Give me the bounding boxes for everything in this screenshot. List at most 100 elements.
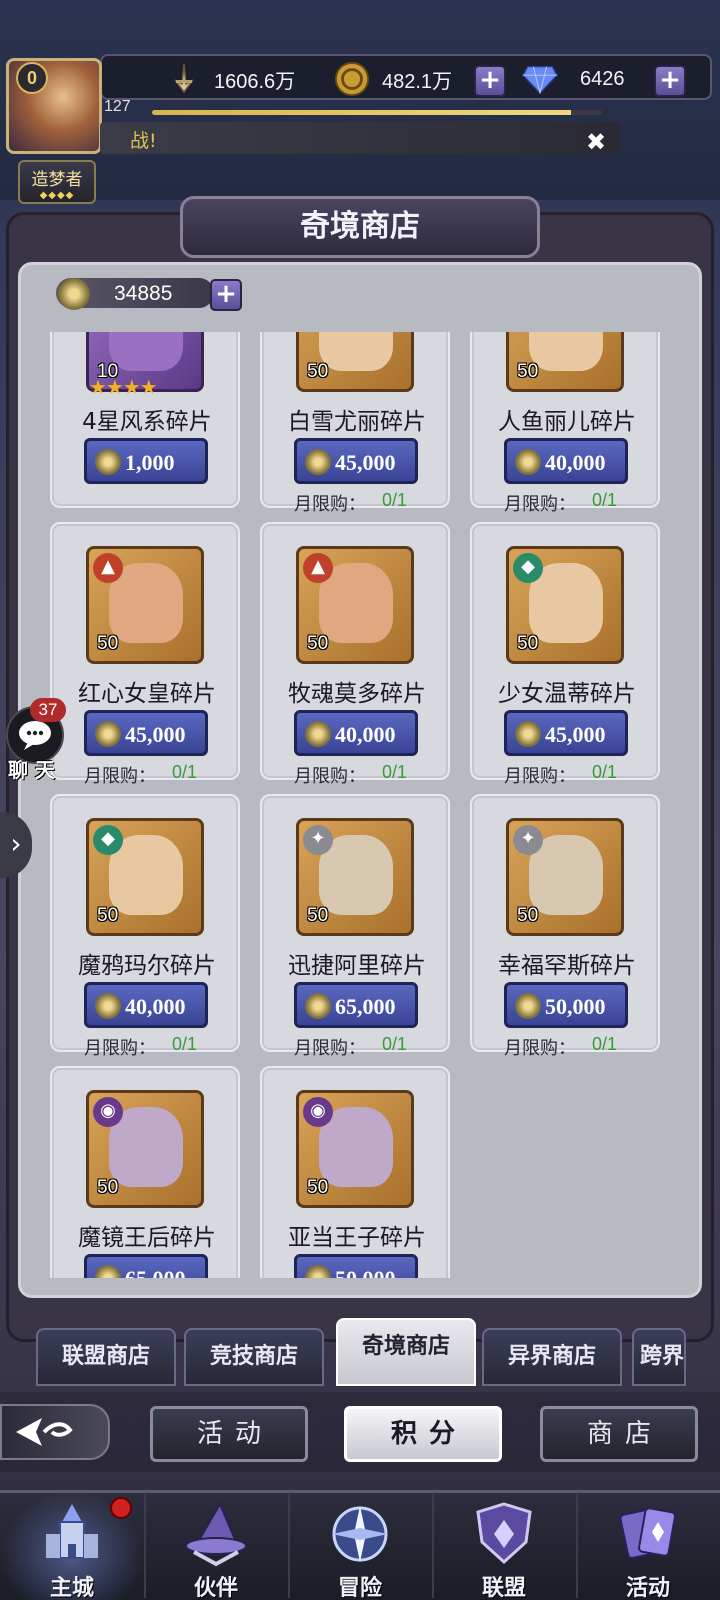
shop-item-card[interactable]: 10 ★★★★ 4星风系碎片 1,000	[50, 332, 240, 508]
tab-otherworld-shop[interactable]: 异界商店	[482, 1328, 622, 1386]
vip-level-badge: 0	[16, 62, 48, 94]
exp-bar	[152, 110, 602, 115]
item-shard-icon: ✦ 50	[506, 818, 624, 936]
diamond-display: 6426	[522, 62, 625, 96]
tab-alliance-shop[interactable]: 联盟商店	[36, 1328, 176, 1386]
currency-coin-icon	[305, 449, 331, 475]
item-count: 50	[517, 633, 539, 654]
item-name: 魔鸦玛尔碎片	[78, 953, 216, 979]
tab-arena-shop[interactable]: 竞技商店	[184, 1328, 324, 1386]
nav-label: 活动	[625, 1576, 670, 1600]
item-name: 4星风系碎片	[82, 409, 212, 435]
buy-button[interactable]: 45,000	[294, 438, 418, 484]
shop-item-card[interactable]: 50 白雪尤丽碎片 45,000 月限购： 0/1	[260, 332, 450, 515]
item-price: 50,000	[545, 994, 606, 1019]
item-shard-icon: ✦ 50	[296, 818, 414, 936]
buy-button[interactable]: 45,000	[84, 710, 208, 756]
shop-button[interactable]: 商店	[540, 1406, 698, 1462]
points-button[interactable]: 积分	[344, 1406, 502, 1462]
buy-button[interactable]: 1,000	[84, 438, 208, 484]
item-price: 65,000	[125, 1266, 186, 1278]
shop-item-card[interactable]: ▲ 50 牧魂莫多碎片 40,000 月限购： 0/1	[260, 522, 450, 787]
back-button[interactable]	[0, 1404, 110, 1460]
element-icon: ▲	[303, 553, 333, 583]
shop-item-card[interactable]: ◉ 50 亚当王子碎片 50,000	[260, 1066, 450, 1278]
add-points-button[interactable]: +	[210, 279, 242, 311]
currency-coin-icon	[95, 449, 121, 475]
buy-button[interactable]: 50,000	[294, 1254, 418, 1278]
nav-label: 联盟	[481, 1576, 526, 1600]
chat-label: 聊 天	[8, 758, 55, 782]
item-name: 人鱼丽儿碎片	[498, 409, 636, 435]
shop-item-card[interactable]: ✦ 50 幸福罕斯碎片 50,000 月限购： 0/1	[470, 794, 660, 1059]
item-price: 40,000	[545, 450, 606, 475]
purchase-limit-label: 月限购：	[294, 766, 366, 787]
nav-events[interactable]: 活动	[576, 1490, 720, 1600]
shield-icon	[468, 1498, 540, 1570]
buy-button[interactable]: 50,000	[504, 982, 628, 1028]
item-price: 1,000	[125, 450, 175, 475]
diamond-value: 6426	[580, 67, 625, 90]
shop-item-card[interactable]: ◆ 50 少女温蒂碎片 45,000 月限购： 0/1	[470, 522, 660, 787]
exp-fill	[152, 110, 571, 115]
shop-currency-icon	[58, 278, 90, 310]
buy-button[interactable]: 40,000	[504, 438, 628, 484]
nav-alliance[interactable]: 联盟	[432, 1490, 576, 1600]
element-icon: ◆	[93, 825, 123, 855]
currency-coin-icon	[95, 721, 121, 747]
add-gold-button[interactable]: +	[474, 65, 506, 97]
ticker-text: 战!	[130, 130, 157, 152]
item-count: 50	[517, 361, 539, 382]
purchase-limit-label: 月限购：	[294, 494, 366, 515]
element-icon: ✦	[303, 825, 333, 855]
buy-button[interactable]: 65,000	[294, 982, 418, 1028]
buy-button[interactable]: 40,000	[294, 710, 418, 756]
buy-button[interactable]: 65,000	[84, 1254, 208, 1278]
item-shard-icon: ▲ 50	[86, 546, 204, 664]
item-count: 50	[97, 905, 119, 926]
purchase-limit-value: 0/1	[382, 762, 408, 782]
gold-display: 482.1万	[334, 61, 453, 97]
item-shard-icon: ◆ 50	[86, 818, 204, 936]
element-icon: ◉	[303, 1097, 333, 1127]
currency-coin-icon	[95, 993, 121, 1019]
shop-item-grid[interactable]: 10 ★★★★ 4星风系碎片 1,000 50 白雪尤丽碎片 45,000 月限购： 0/1 50…	[36, 332, 684, 1278]
nav-partners[interactable]: 伙伴	[144, 1490, 288, 1600]
purchase-limit-value: 0/1	[592, 1034, 618, 1054]
hero-portrait-icon	[109, 332, 183, 371]
add-diamond-button[interactable]: +	[654, 65, 686, 97]
element-icon: ◉	[93, 1097, 123, 1127]
buy-button[interactable]: 40,000	[84, 982, 208, 1028]
shop-item-card[interactable]: ▲ 50 红心女皇碎片 45,000 月限购： 0/1	[50, 522, 240, 787]
title-badge[interactable]: 造梦者 ◆◆◆◆	[18, 160, 96, 204]
item-name: 迅捷阿里碎片	[288, 953, 426, 979]
item-price: 45,000	[125, 722, 186, 747]
tab-wonderland-shop[interactable]: 奇境商店	[336, 1318, 476, 1386]
activity-button[interactable]: 活动	[150, 1406, 308, 1462]
gold-value: 482.1万	[382, 70, 453, 93]
buy-button[interactable]: 45,000	[504, 710, 628, 756]
nav-label: 伙伴	[193, 1576, 238, 1600]
purchase-limit-value: 0/1	[172, 1034, 198, 1054]
item-name: 幸福罕斯碎片	[498, 953, 636, 979]
purchase-limit-value: 0/1	[382, 1034, 408, 1054]
currency-coin-icon	[95, 1265, 121, 1278]
tab-crossrealm-shop[interactable]: 跨界	[632, 1328, 686, 1386]
shop-item-card[interactable]: ✦ 50 迅捷阿里碎片 65,000 月限购： 0/1	[260, 794, 450, 1059]
nav-label: 主城	[49, 1576, 94, 1600]
item-shard-icon: ◉ 50	[86, 1090, 204, 1208]
shop-item-card[interactable]: 50 人鱼丽儿碎片 40,000 月限购： 0/1	[470, 332, 660, 515]
purchase-limit-label: 月限购：	[84, 1038, 156, 1059]
currency-coin-icon	[515, 993, 541, 1019]
currency-coin-icon	[515, 449, 541, 475]
item-shard-icon: ▲ 50	[296, 546, 414, 664]
power-display: 1606.6万	[166, 62, 295, 96]
item-name: 红心女皇碎片	[78, 681, 216, 707]
announcement-ticker[interactable]: 战!	[100, 122, 620, 154]
shop-item-card[interactable]: ◉ 50 魔镜王后碎片 65,000	[50, 1066, 240, 1278]
shop-item-card[interactable]: ◆ 50 魔鸦玛尔碎片 40,000 月限购： 0/1	[50, 794, 240, 1059]
nav-adventure[interactable]: 冒险	[288, 1490, 432, 1600]
close-icon[interactable]: ✖	[586, 128, 606, 156]
chat-unread-badge: 37	[30, 698, 66, 722]
element-icon: ◆	[513, 553, 543, 583]
